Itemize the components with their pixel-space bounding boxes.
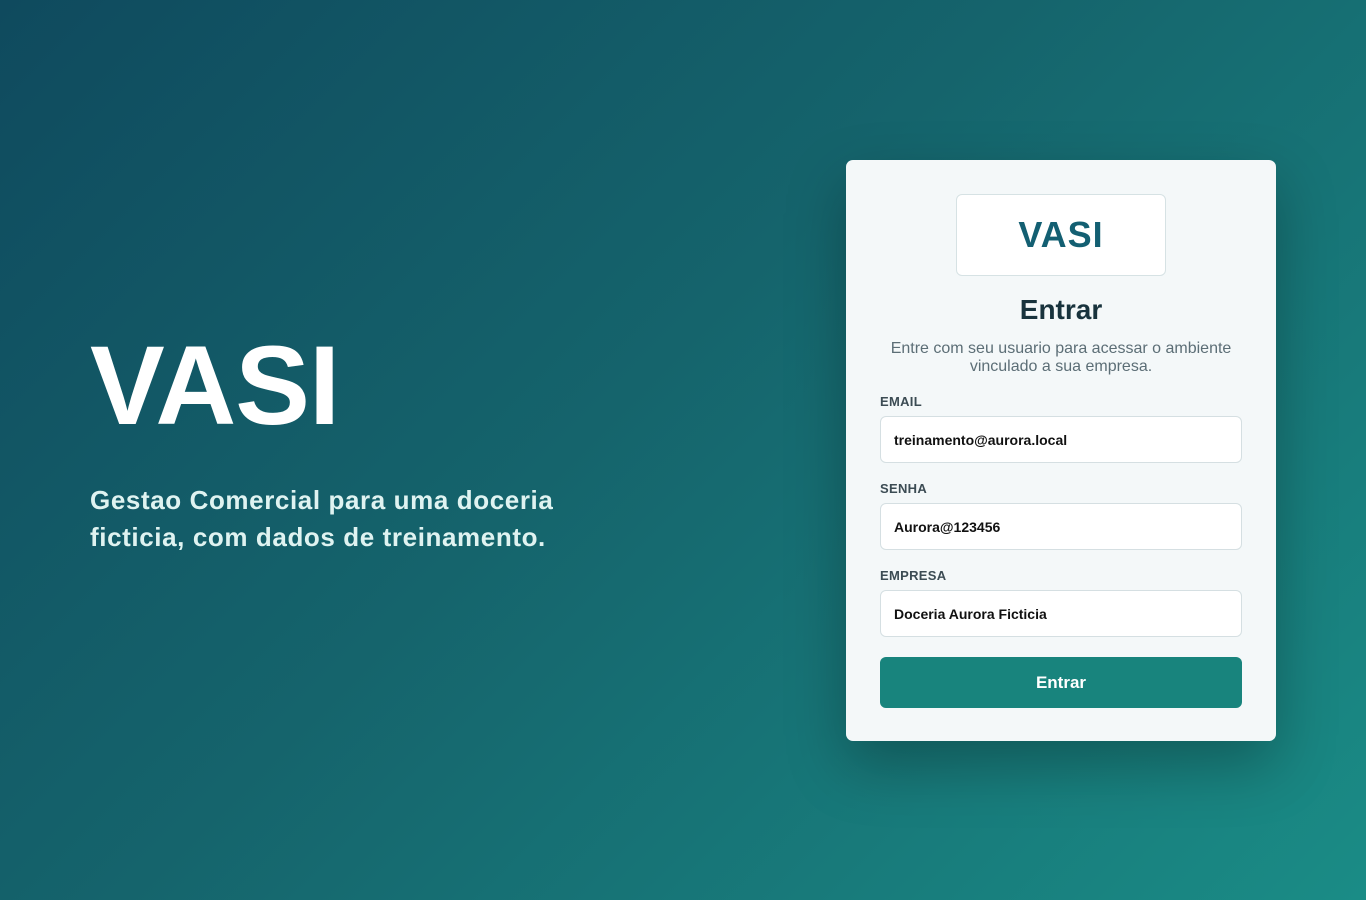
email-field[interactable] — [880, 416, 1242, 463]
login-title: Entrar — [1019, 294, 1103, 325]
login-card: VASI Entrar Entre com seu usuario para a… — [846, 160, 1276, 741]
password-label: SENHA — [880, 481, 928, 496]
company-field[interactable] — [880, 590, 1242, 637]
logo-text: VASI — [1018, 214, 1104, 255]
logo-box: VASI — [956, 194, 1166, 276]
login-description: Entre com seu usuario para acessar o amb… — [890, 340, 1232, 375]
login-button[interactable]: Entrar — [880, 657, 1242, 708]
hero-section: VASI Gestao Comercial para uma doceria f… — [90, 330, 650, 556]
hero-subtitle: Gestao Comercial para uma doceria fictic… — [90, 485, 554, 552]
password-field[interactable] — [880, 503, 1242, 550]
email-label: EMAIL — [880, 394, 922, 409]
company-label: EMPRESA — [880, 568, 947, 583]
hero-title: VASI — [90, 323, 340, 448]
